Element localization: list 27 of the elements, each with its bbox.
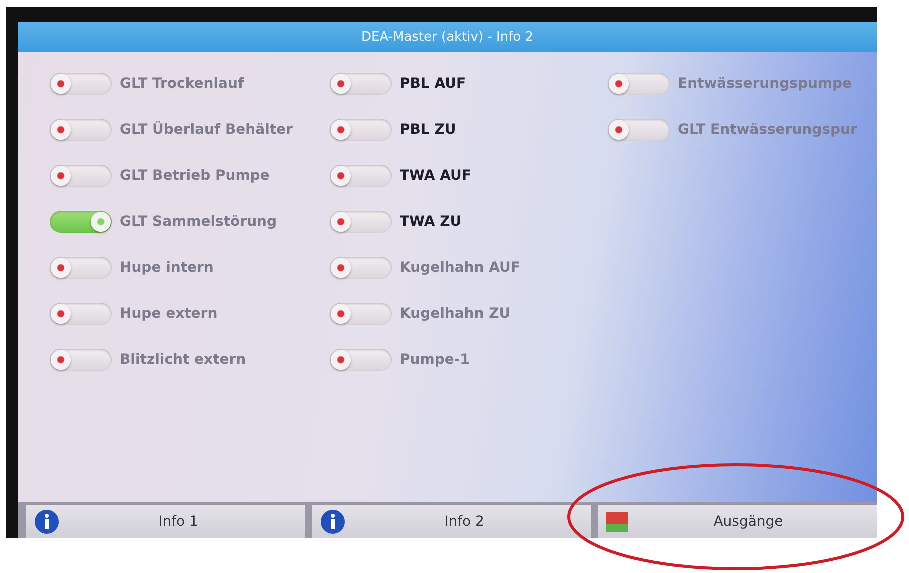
toggle-label: GLT Trockenlauf bbox=[120, 76, 244, 92]
toggle-label: GLT Sammelstörung bbox=[120, 214, 278, 230]
nav-button[interactable]: Info 2 bbox=[312, 505, 591, 538]
toggle-label: TWA ZU bbox=[400, 214, 462, 230]
info-icon bbox=[34, 508, 60, 534]
toggle-label: Hupe intern bbox=[120, 260, 214, 276]
toggle-label: PBL ZU bbox=[400, 122, 456, 138]
toggle-label: Hupe extern bbox=[120, 306, 218, 322]
window-title: DEA-Master (aktiv) - Info 2 bbox=[18, 22, 877, 52]
toggle-label: Kugelhahn ZU bbox=[400, 306, 511, 322]
nav-button[interactable]: Ausgänge bbox=[598, 505, 877, 538]
toggle-switch[interactable] bbox=[330, 165, 392, 187]
info-icon bbox=[320, 508, 346, 534]
toggle-label: GLT Überlauf Behälter bbox=[120, 122, 293, 138]
toggle-label: PBL AUF bbox=[400, 76, 466, 92]
toggle-label: Blitzlicht extern bbox=[120, 352, 246, 368]
toggle-label: TWA AUF bbox=[400, 168, 472, 184]
toggle-switch[interactable] bbox=[330, 211, 392, 233]
toggle-switch[interactable] bbox=[330, 73, 392, 95]
toggle-label: Pumpe-1 bbox=[400, 352, 470, 368]
toggle-label: GLT Entwässerungspur bbox=[678, 122, 858, 138]
toggle-label: Kugelhahn AUF bbox=[400, 260, 520, 276]
toggle-label: Entwässerungspumpe bbox=[678, 76, 852, 92]
toggle-switch[interactable] bbox=[330, 119, 392, 141]
toggle-label: GLT Betrieb Pumpe bbox=[120, 168, 270, 184]
nav-button[interactable]: Info 1 bbox=[26, 505, 305, 538]
status-flag-icon bbox=[606, 512, 628, 532]
